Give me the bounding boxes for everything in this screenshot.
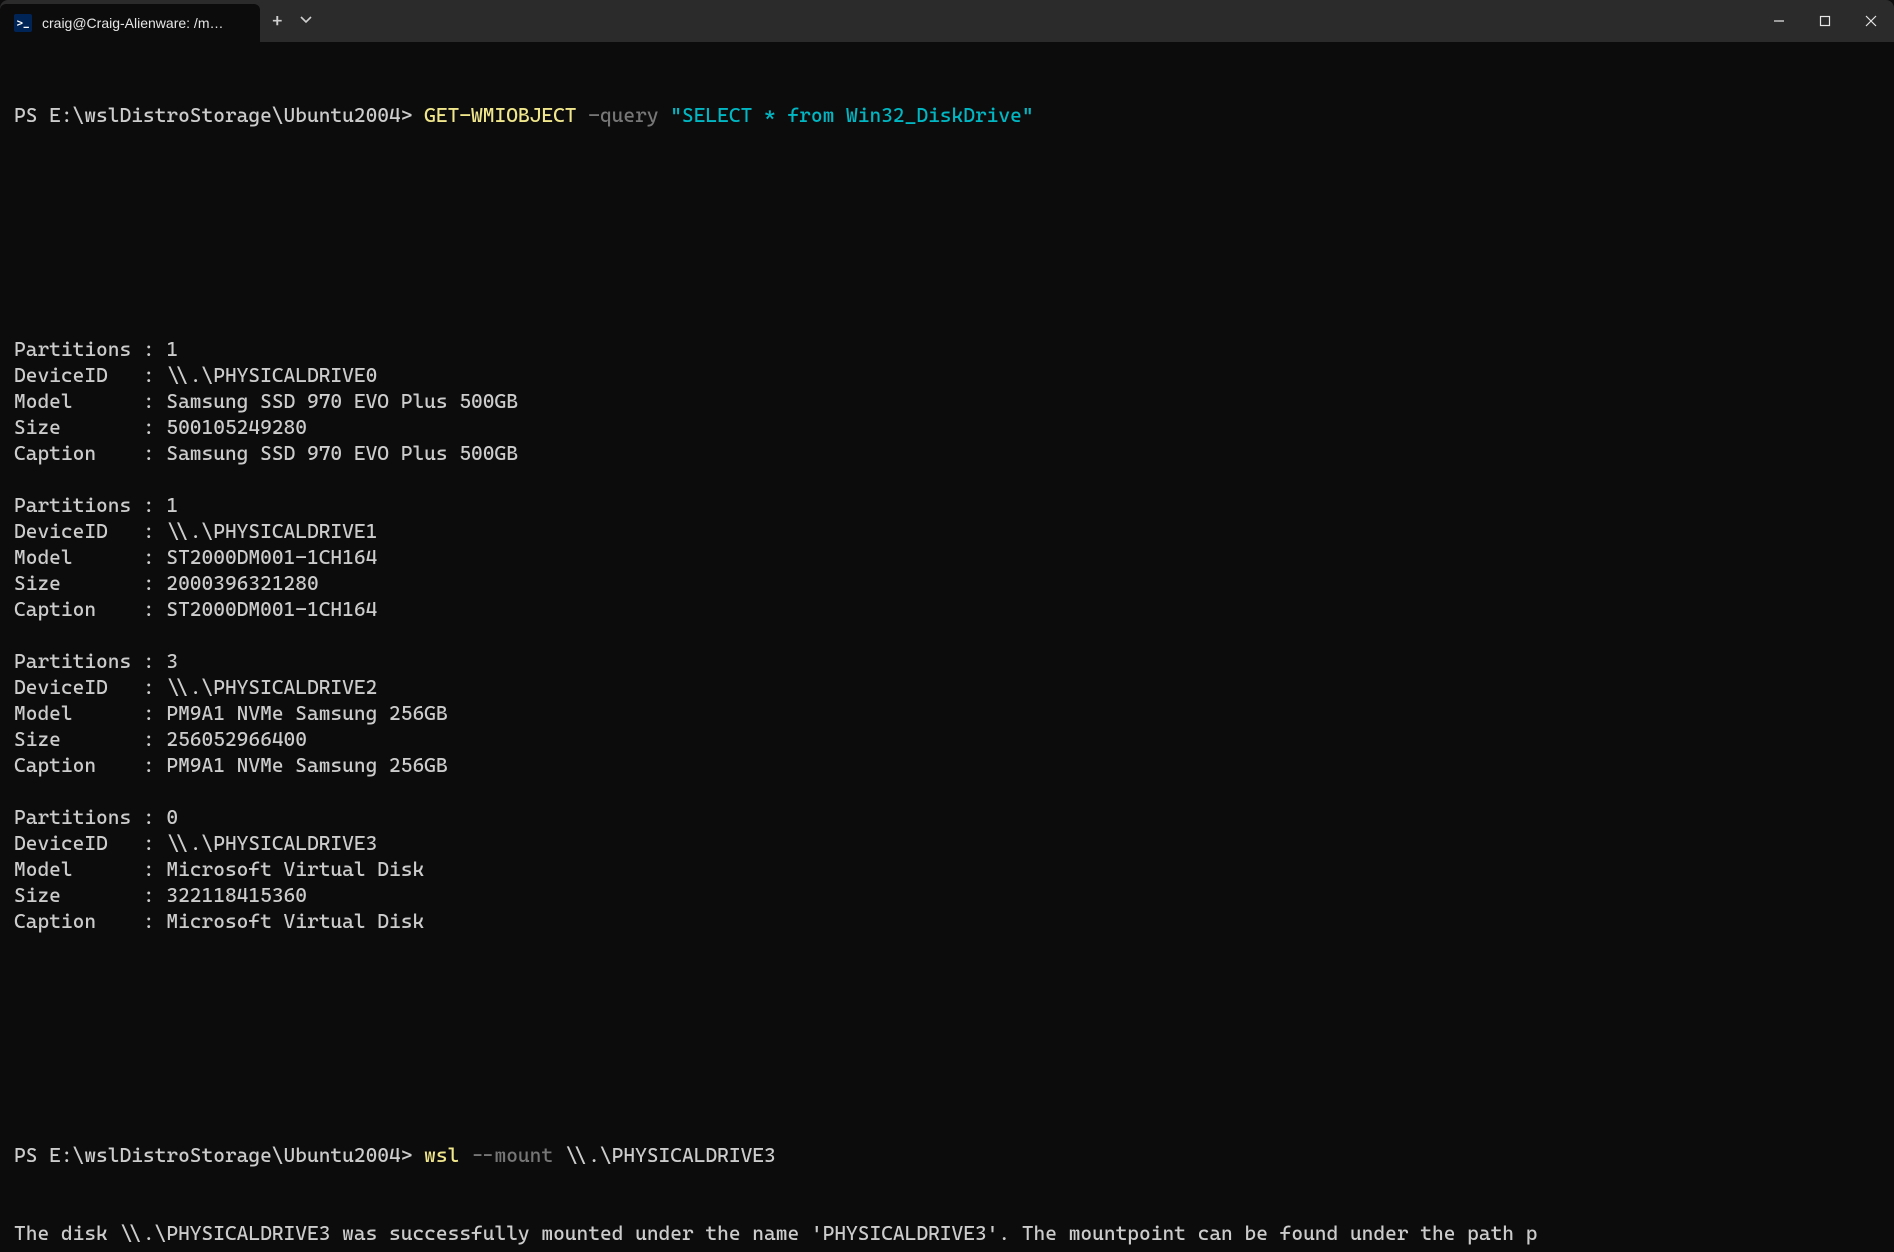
wmi-field-line: Partitions : 0 — [14, 804, 1880, 830]
titlebar-drag-region[interactable] — [325, 0, 1756, 42]
wmi-field-line: Caption : Samsung SSD 970 EVO Plus 500GB — [14, 440, 1880, 466]
ps-flag-mount: --mount — [459, 1143, 564, 1167]
minimize-button[interactable] — [1756, 0, 1802, 42]
terminal-window: >_ craig@Craig-Alienware: /mnt/w + — [0, 0, 1894, 1252]
terminal-viewport[interactable]: PS E:\wslDistroStorage\Ubuntu2004> GET-W… — [0, 42, 1894, 1252]
wmi-field-line: Size : 2000396321280 — [14, 570, 1880, 596]
wmi-field-line: Partitions : 1 — [14, 336, 1880, 362]
wmi-field-line: DeviceID : \\.\PHYSICALDRIVE1 — [14, 518, 1880, 544]
wmi-field-line: Caption : PM9A1 NVMe Samsung 256GB — [14, 752, 1880, 778]
titlebar: >_ craig@Craig-Alienware: /mnt/w + — [0, 0, 1894, 42]
chevron-down-icon — [299, 13, 313, 27]
tab-controls: + — [260, 0, 325, 42]
wmi-field-line: Partitions : 1 — [14, 492, 1880, 518]
wmi-field-line: Model : Microsoft Virtual Disk — [14, 856, 1880, 882]
ps-arg-drive: \\.\PHYSICALDRIVE3 — [565, 1143, 776, 1167]
maximize-icon — [1819, 15, 1831, 27]
close-window-button[interactable] — [1848, 0, 1894, 42]
wmi-output: Partitions : 1DeviceID : \\.\PHYSICALDRI… — [14, 336, 1880, 934]
wmi-field-line: Caption : Microsoft Virtual Disk — [14, 908, 1880, 934]
close-tab-button[interactable] — [238, 13, 246, 33]
minimize-icon — [1773, 15, 1785, 27]
terminal-tab[interactable]: >_ craig@Craig-Alienware: /mnt/w — [0, 4, 260, 42]
ps-cmdlet: GET-WMIOBJECT — [424, 103, 576, 127]
wmi-field-line: Caption : ST2000DM001-1CH164 — [14, 596, 1880, 622]
tab-dropdown-button[interactable] — [299, 11, 313, 32]
ps-prompt-line-2: PS E:\wslDistroStorage\Ubuntu2004> wsl -… — [14, 1142, 1880, 1168]
ps-flag: -query — [577, 103, 671, 127]
wmi-field-line: Size : 322118415360 — [14, 882, 1880, 908]
tab-strip: >_ craig@Craig-Alienware: /mnt/w — [0, 0, 260, 42]
ps-prompt-path: PS E:\wslDistroStorage\Ubuntu2004> — [14, 103, 424, 127]
tab-title: craig@Craig-Alienware: /mnt/w — [42, 15, 228, 31]
wmi-field-line: Model : Samsung SSD 970 EVO Plus 500GB — [14, 388, 1880, 414]
wmi-field-line: Size : 256052966400 — [14, 726, 1880, 752]
ps-cmd-wsl: wsl — [424, 1143, 459, 1167]
ps-arg: "SELECT * from Win32_DiskDrive" — [670, 103, 1033, 127]
wmi-field-line: DeviceID : \\.\PHYSICALDRIVE2 — [14, 674, 1880, 700]
wmi-field-line: Partitions : 3 — [14, 648, 1880, 674]
mount-output-line: The disk \\.\PHYSICALDRIVE3 was successf… — [14, 1220, 1880, 1246]
new-tab-button[interactable]: + — [272, 11, 283, 32]
wmi-field-line: Model : ST2000DM001-1CH164 — [14, 544, 1880, 570]
close-icon — [1865, 15, 1877, 27]
window-controls — [1756, 0, 1894, 42]
maximize-button[interactable] — [1802, 0, 1848, 42]
wmi-field-line: Size : 500105249280 — [14, 414, 1880, 440]
wmi-field-line: DeviceID : \\.\PHYSICALDRIVE0 — [14, 362, 1880, 388]
wmi-field-line: Model : PM9A1 NVMe Samsung 256GB — [14, 700, 1880, 726]
wmi-field-line: DeviceID : \\.\PHYSICALDRIVE3 — [14, 830, 1880, 856]
ps-prompt-line-1: PS E:\wslDistroStorage\Ubuntu2004> GET-W… — [14, 102, 1880, 128]
ps-prompt-path: PS E:\wslDistroStorage\Ubuntu2004> — [14, 1143, 424, 1167]
powershell-icon: >_ — [14, 14, 32, 32]
